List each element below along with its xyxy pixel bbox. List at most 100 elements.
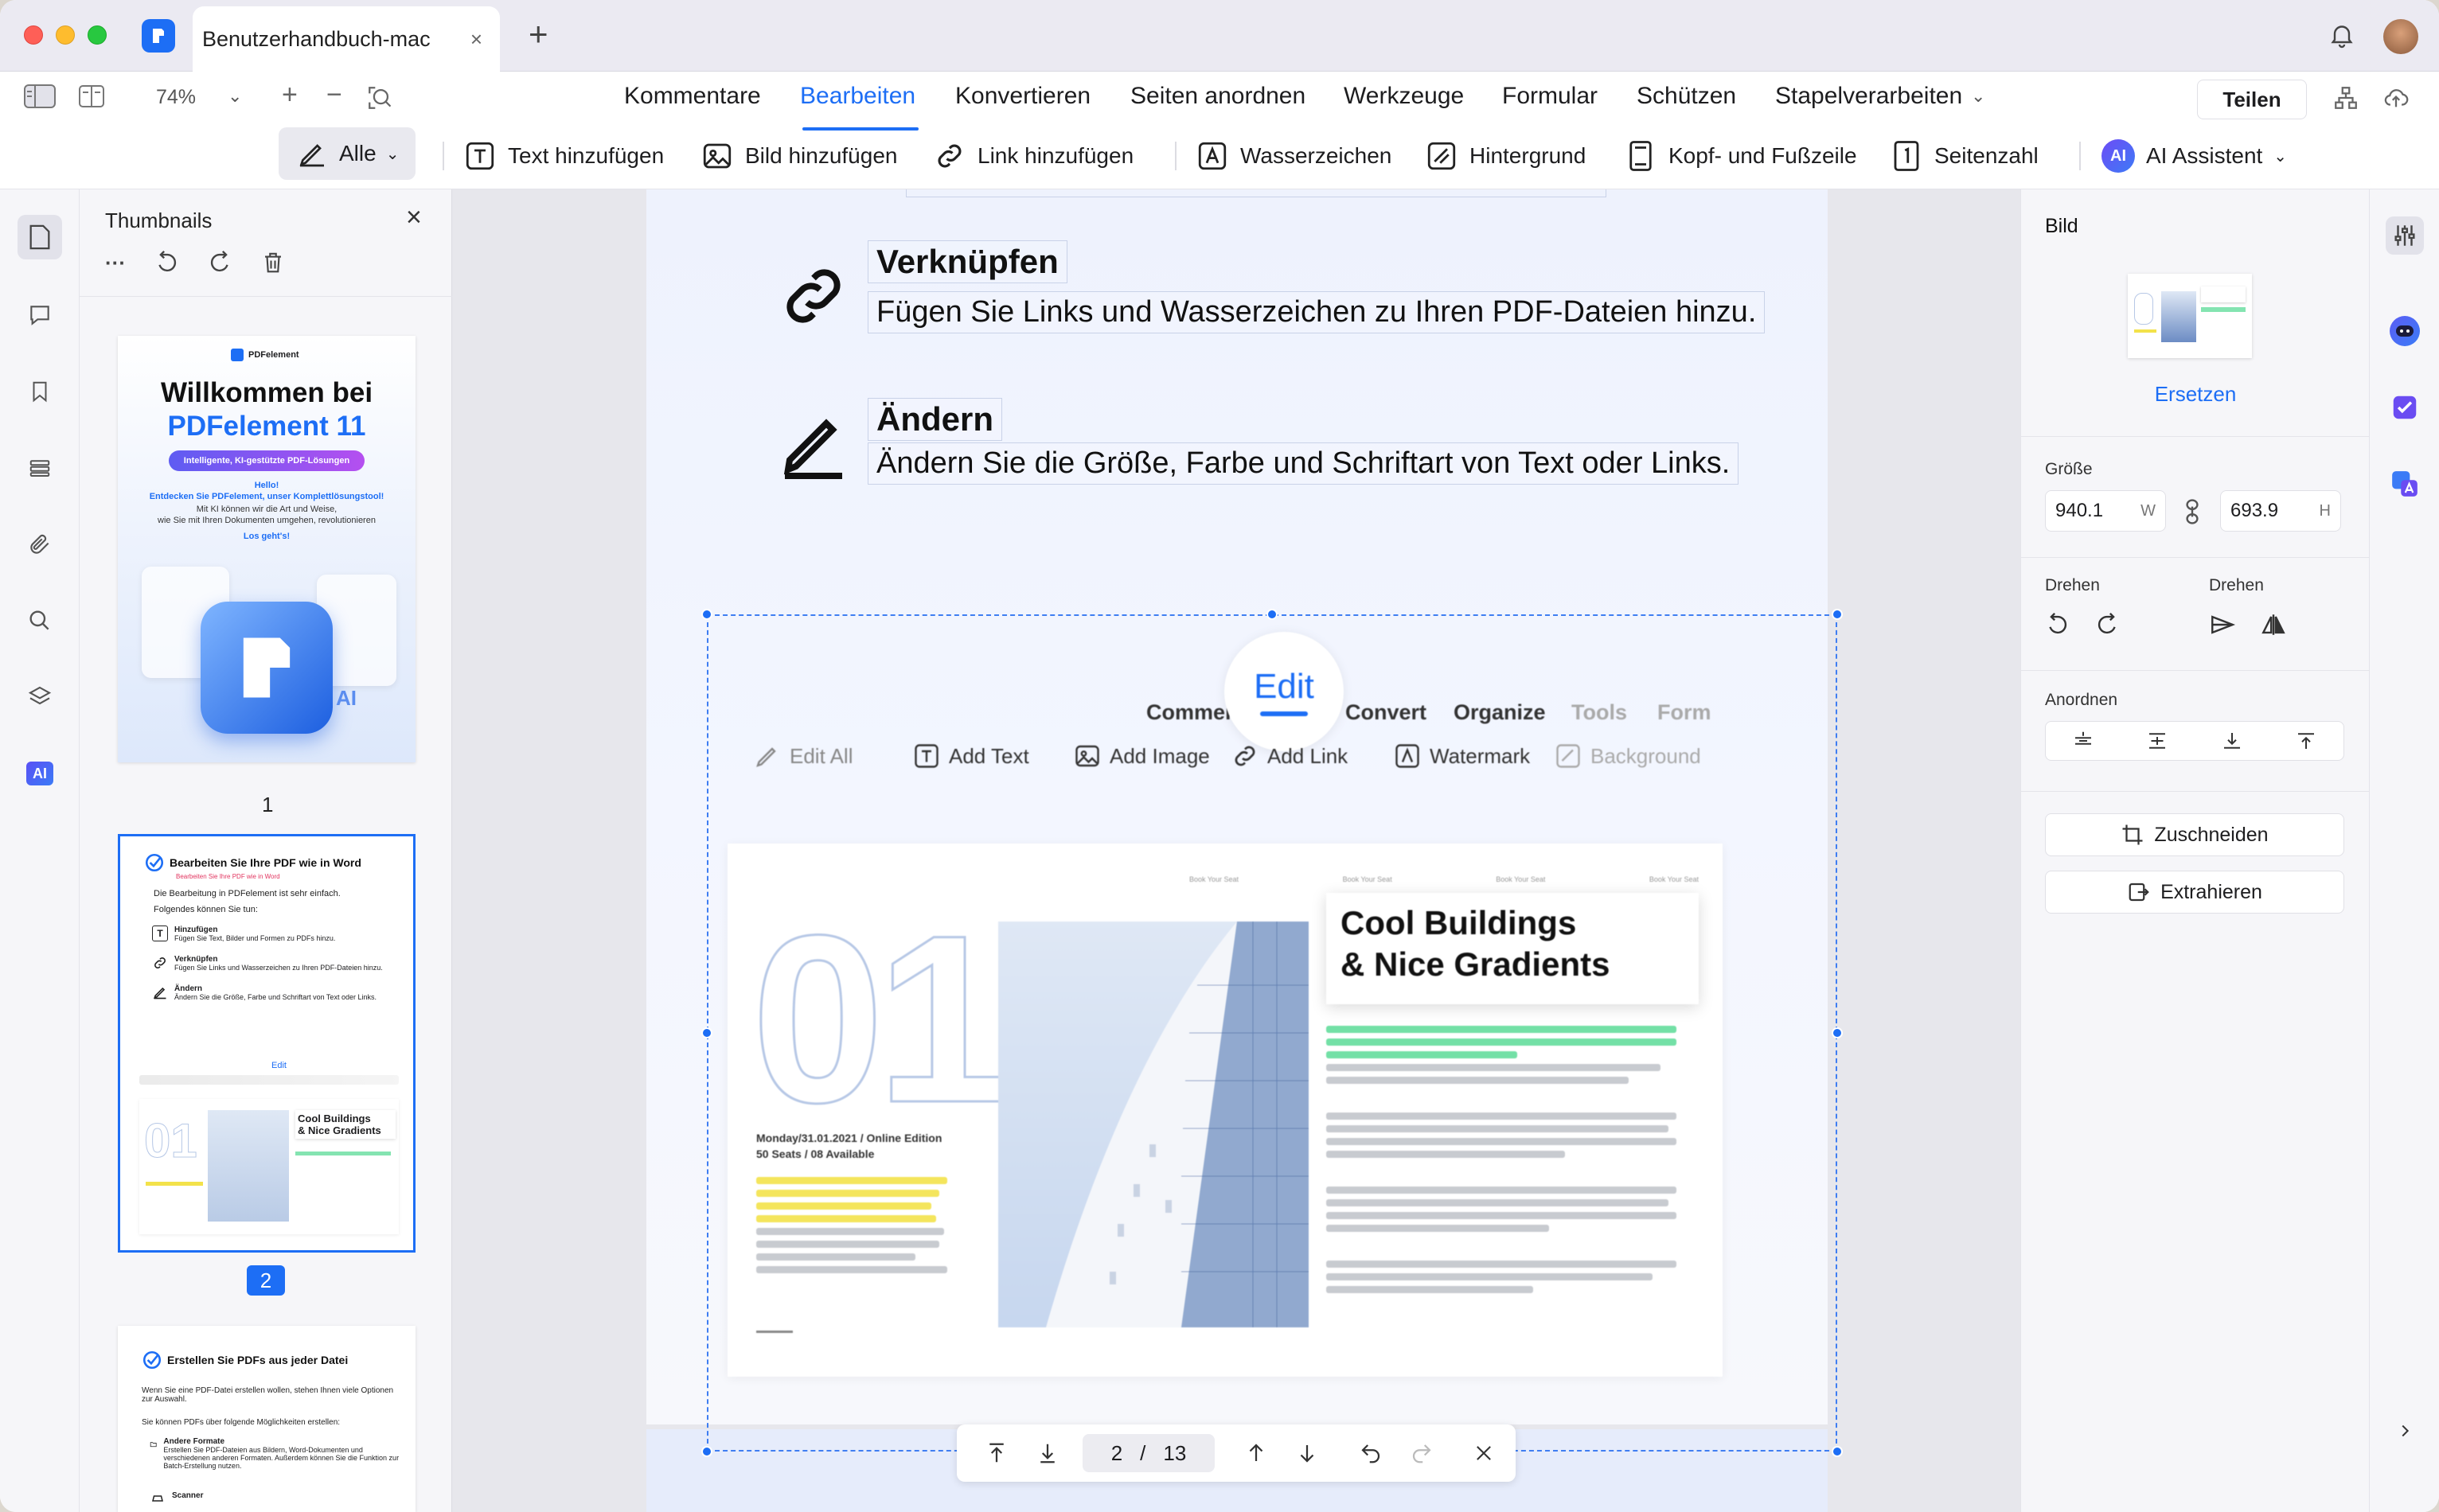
- toolbar-divider: [443, 142, 444, 170]
- redo-icon[interactable]: [1407, 1439, 1436, 1467]
- menu-stapelverarbeiten[interactable]: Stapelverarbeiten: [1775, 83, 1962, 110]
- attachments-rail-button[interactable]: [18, 522, 62, 567]
- rotate-right-icon[interactable]: [207, 249, 234, 276]
- resize-handle-right[interactable]: [1832, 1027, 1843, 1039]
- notification-bell-icon[interactable]: [2328, 21, 2356, 53]
- layers-rail-button[interactable]: [18, 675, 62, 719]
- previous-page-icon[interactable]: [1242, 1439, 1270, 1467]
- thumbnail-page-3[interactable]: Erstellen Sie PDFs aus jeder Datei Wenn …: [118, 1326, 416, 1512]
- flip-horizontal-icon[interactable]: [2206, 608, 2239, 641]
- new-tab-button[interactable]: +: [529, 18, 548, 51]
- add-text-button[interactable]: Text hinzufügen: [463, 138, 664, 173]
- undo-icon[interactable]: [1356, 1439, 1385, 1467]
- rotate-right-icon[interactable]: [2091, 608, 2125, 641]
- document-tab[interactable]: Benutzerhandbuch-mac ×: [193, 6, 500, 72]
- resize-handle-bottom-left[interactable]: [701, 1446, 712, 1457]
- send-to-back-icon[interactable]: [2269, 722, 2344, 760]
- feature-desc-aendern[interactable]: Ändern Sie die Größe, Farbe und Schrifta…: [868, 442, 1739, 485]
- bookmarks-rail-button[interactable]: [18, 369, 62, 414]
- watermark-button[interactable]: Wasserzeichen: [1196, 138, 1391, 173]
- next-page-icon[interactable]: [1293, 1439, 1321, 1467]
- current-page[interactable]: 2: [1111, 1441, 1122, 1466]
- last-page-icon[interactable]: [1033, 1439, 1062, 1467]
- bring-forward-icon[interactable]: [2046, 722, 2121, 760]
- page-number-input[interactable]: 2 / 13: [1083, 1434, 1215, 1472]
- height-unit: H: [2319, 501, 2331, 520]
- menu-formular[interactable]: Formular: [1502, 83, 1598, 110]
- page-layout-icon[interactable]: [78, 84, 105, 112]
- first-page-icon[interactable]: [982, 1439, 1011, 1467]
- fields-rail-button[interactable]: [18, 446, 62, 490]
- add-image-button[interactable]: Bild hinzufügen: [700, 138, 897, 173]
- thumb2-mini-number: 01: [144, 1114, 198, 1168]
- user-avatar[interactable]: [2383, 19, 2418, 54]
- trash-icon[interactable]: [261, 249, 285, 276]
- thumbnail-page-1[interactable]: PDFelement Willkommen bei PDFelement 11 …: [118, 336, 416, 762]
- search-rail-button[interactable]: [18, 598, 62, 643]
- extract-button[interactable]: Extrahieren: [2045, 871, 2344, 914]
- tab-close-icon[interactable]: ×: [470, 27, 482, 52]
- resize-handle-top-right[interactable]: [1832, 609, 1843, 620]
- menu-seiten-anordnen[interactable]: Seiten anordnen: [1130, 83, 1305, 110]
- thumbnail-page-2[interactable]: Bearbeiten Sie Ihre PDF wie in Word Bear…: [118, 834, 416, 1253]
- checklist-icon: [2393, 396, 2417, 419]
- ai-rail-button[interactable]: AI: [18, 751, 62, 796]
- rotate-left-icon[interactable]: [2040, 608, 2074, 641]
- stapel-chevron-icon[interactable]: ⌄: [1971, 86, 1985, 107]
- resize-handle-top-left[interactable]: [701, 609, 712, 620]
- feature-title-aendern[interactable]: Ändern: [868, 398, 1002, 441]
- rotate-left-icon[interactable]: [153, 249, 180, 276]
- crop-button[interactable]: Zuschneiden: [2045, 813, 2344, 856]
- close-window-button[interactable]: [24, 25, 43, 45]
- add-link-button[interactable]: Link hinzufügen: [933, 138, 1134, 173]
- menu-bearbeiten[interactable]: Bearbeiten: [800, 83, 915, 110]
- lock-aspect-icon[interactable]: [2176, 495, 2209, 528]
- edit-mode-dropdown[interactable]: Alle ⌄: [279, 127, 416, 180]
- connections-icon[interactable]: [2332, 84, 2359, 115]
- width-input[interactable]: 940.1 W: [2045, 490, 2166, 532]
- sidebar-toggle-icon[interactable]: [24, 84, 56, 112]
- image-selection-frame[interactable]: [707, 614, 1837, 1452]
- translate-rail-button[interactable]: [2386, 465, 2424, 503]
- bring-to-front-icon[interactable]: [2121, 722, 2195, 760]
- menu-werkzeuge[interactable]: Werkzeuge: [1344, 83, 1464, 110]
- thumbnails-close-icon[interactable]: ×: [406, 202, 422, 233]
- resize-handle-top[interactable]: [1266, 609, 1278, 620]
- more-options-icon[interactable]: ···: [105, 251, 126, 275]
- task-rail-button[interactable]: [2386, 388, 2424, 427]
- send-backward-icon[interactable]: [2195, 722, 2269, 760]
- cloud-upload-icon[interactable]: [2382, 84, 2410, 115]
- resize-handle-left[interactable]: [701, 1027, 712, 1039]
- background-button[interactable]: Hintergrund: [1425, 138, 1586, 173]
- feature-title-verknuepfen[interactable]: Verknüpfen: [868, 240, 1067, 283]
- flip-vertical-icon[interactable]: [2257, 608, 2290, 641]
- minimize-window-button[interactable]: [56, 25, 75, 45]
- zoom-dropdown-chevron-icon[interactable]: ⌄: [228, 86, 242, 107]
- replace-image-link[interactable]: Ersetzen: [2021, 382, 2370, 407]
- thumbnails-rail-button[interactable]: [18, 215, 62, 259]
- zoom-out-icon[interactable]: −: [326, 80, 342, 111]
- menu-schuetzen[interactable]: Schützen: [1637, 83, 1736, 110]
- page-number-button[interactable]: Seitenzahl: [1890, 138, 2039, 173]
- properties-rail-button[interactable]: [2386, 216, 2424, 255]
- header-footer-button[interactable]: Kopf- und Fußzeile: [1624, 138, 1857, 173]
- expand-panel-chevron-icon[interactable]: [2386, 1412, 2424, 1450]
- thumb2-mini-edit: Edit: [271, 1061, 287, 1070]
- comments-rail-button[interactable]: [18, 293, 62, 337]
- zoom-level[interactable]: 74%: [156, 86, 196, 109]
- zoom-to-fit-icon[interactable]: [366, 84, 393, 115]
- zoom-in-icon[interactable]: +: [282, 80, 298, 111]
- pdfelement-big-logo-icon: [201, 602, 333, 734]
- ai-chat-rail-button[interactable]: [2386, 312, 2424, 350]
- resize-handle-bottom-right[interactable]: [1832, 1446, 1843, 1457]
- menu-kommentare[interactable]: Kommentare: [624, 83, 761, 110]
- ai-assistant-button[interactable]: AI AI Assistent ⌄: [2101, 138, 2287, 173]
- thumb2-mini-headline: Cool Buildings & Nice Gradients: [295, 1110, 396, 1139]
- menu-konvertieren[interactable]: Konvertieren: [955, 83, 1091, 110]
- share-button[interactable]: Teilen: [2197, 80, 2307, 119]
- feature-desc-verknuepfen[interactable]: Fügen Sie Links und Wasserzeichen zu Ihr…: [868, 291, 1766, 333]
- height-input[interactable]: 693.9 H: [2220, 490, 2341, 532]
- zoom-window-button[interactable]: [88, 25, 107, 45]
- close-nav-icon[interactable]: [1469, 1439, 1498, 1467]
- size-label: Größe: [2045, 460, 2093, 478]
